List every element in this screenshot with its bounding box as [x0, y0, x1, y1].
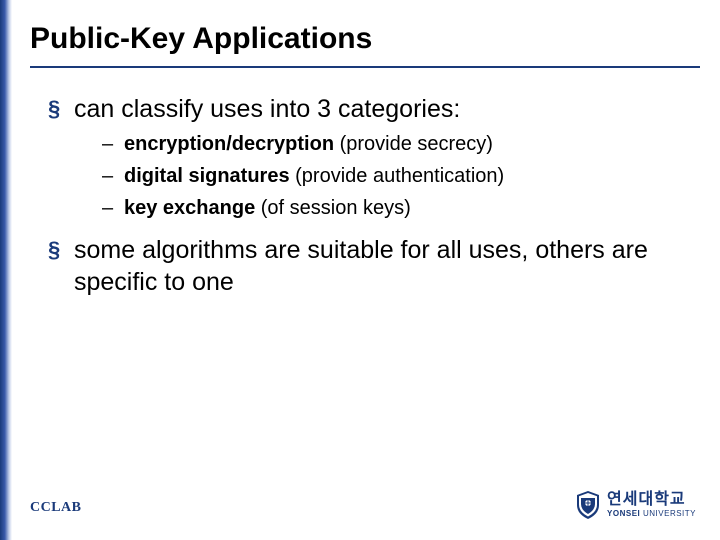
sub-item-bold: digital signatures: [124, 165, 290, 187]
left-gradient-bar: [0, 0, 12, 540]
university-english: YONSEI UNIVERSITY: [607, 510, 696, 518]
bullet-item: some algorithms are suitable for all use…: [48, 235, 700, 298]
footer-right-logo: 연세대학교 YONSEI UNIVERSITY: [575, 490, 696, 520]
footer-left-label: CCLAB: [30, 500, 82, 516]
university-text: 연세대학교 YONSEI UNIVERSITY: [607, 492, 696, 518]
university-english-bold: YONSEI: [607, 509, 640, 518]
bullet-text: can classify uses into 3 categories:: [74, 95, 460, 123]
slide-content: Public-Key Applications can classify use…: [30, 22, 700, 306]
slide-title: Public-Key Applications: [30, 22, 700, 68]
shield-icon: [575, 490, 601, 520]
sub-item-rest: (provide secrecy): [334, 133, 493, 155]
sub-item-rest: (of session keys): [255, 197, 411, 219]
sub-item: encryption/decryption (provide secrecy): [102, 131, 700, 157]
sub-item-bold: encryption/decryption: [124, 133, 334, 155]
sub-item-bold: key exchange: [124, 197, 255, 219]
sub-item-rest: (provide authentication): [290, 165, 505, 187]
sub-item: key exchange (of session keys): [102, 195, 700, 221]
sub-item: digital signatures (provide authenticati…: [102, 163, 700, 189]
university-english-rest: UNIVERSITY: [640, 509, 696, 518]
bullet-text: some algorithms are suitable for all use…: [74, 236, 648, 295]
bullet-item: can classify uses into 3 categories: enc…: [48, 94, 700, 221]
sub-list: encryption/decryption (provide secrecy) …: [74, 131, 700, 221]
university-korean: 연세대학교: [607, 492, 696, 508]
bullet-list: can classify uses into 3 categories: enc…: [30, 94, 700, 298]
